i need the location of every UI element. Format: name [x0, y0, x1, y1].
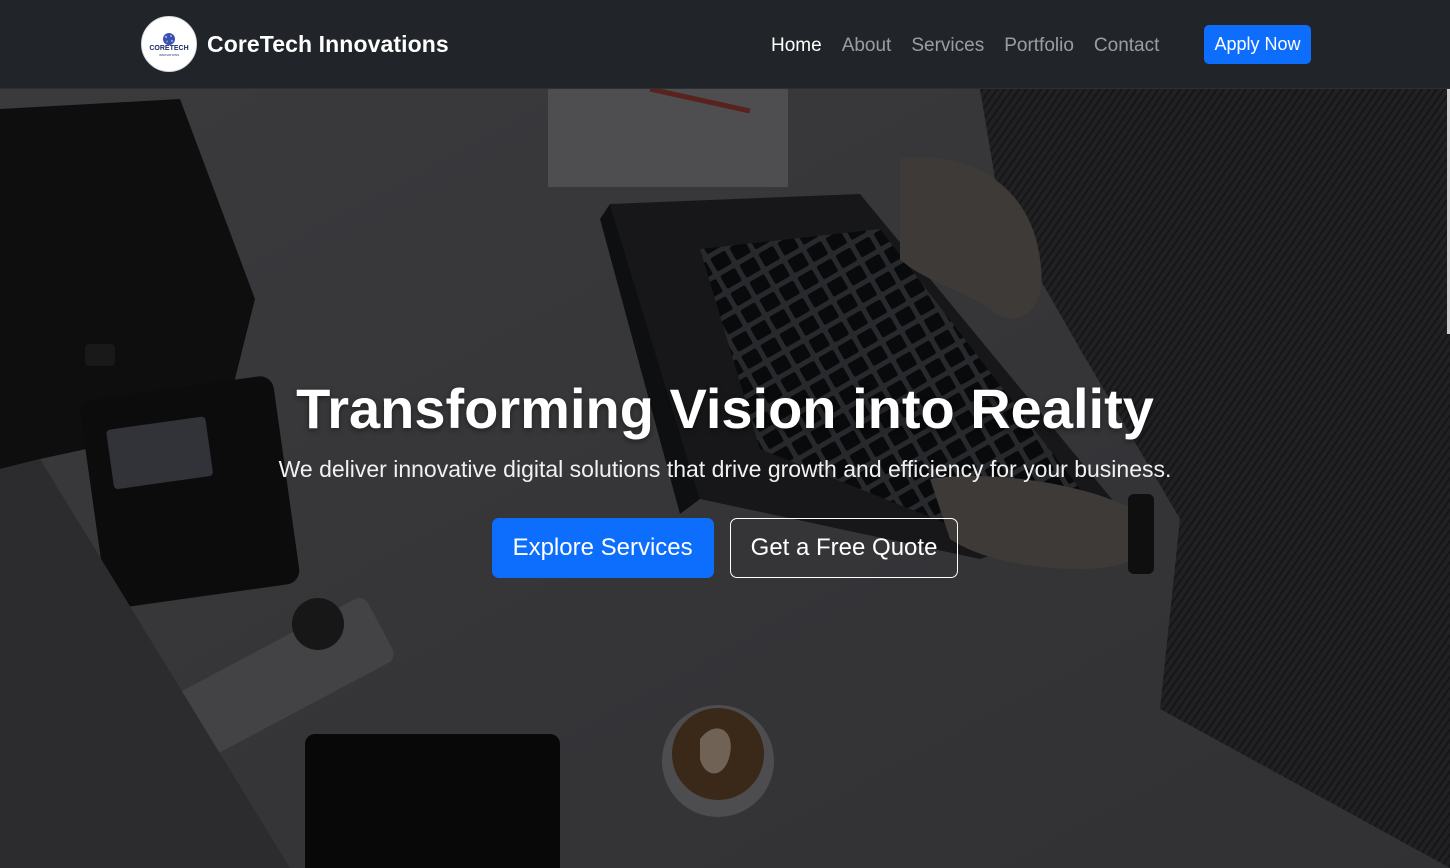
- brand-link[interactable]: CORETECH INNOVATIONS CoreTech Innovation…: [141, 16, 449, 72]
- nav-links: Home About Services Portfolio Contact: [771, 33, 1179, 59]
- navbar: CORETECH INNOVATIONS CoreTech Innovation…: [0, 0, 1450, 89]
- hero-section: Transforming Vision into Reality We deli…: [0, 89, 1450, 868]
- explore-services-button[interactable]: Explore Services: [491, 518, 714, 578]
- nav-link-about[interactable]: About: [842, 33, 892, 59]
- hero-content: Transforming Vision into Reality We deli…: [0, 371, 1450, 578]
- logo-wordmark: CORETECH: [149, 44, 189, 52]
- nav-link-portfolio[interactable]: Portfolio: [1004, 33, 1074, 59]
- nav-link-contact[interactable]: Contact: [1094, 33, 1159, 59]
- hero-subtitle: We deliver innovative digital solutions …: [278, 456, 1172, 482]
- free-quote-button[interactable]: Get a Free Quote: [729, 518, 959, 578]
- nav-link-home[interactable]: Home: [771, 33, 822, 59]
- hero-buttons: Explore Services Get a Free Quote: [0, 518, 1450, 578]
- hero-title: Transforming Vision into Reality: [296, 377, 1154, 440]
- brand-name[interactable]: CoreTech Innovations: [207, 31, 449, 58]
- coretech-logo: CORETECH INNOVATIONS: [141, 16, 197, 72]
- logo-globe-icon: [163, 32, 175, 45]
- nav-link-services[interactable]: Services: [911, 33, 984, 59]
- logo-tagline: INNOVATIONS: [158, 52, 180, 57]
- apply-now-button[interactable]: Apply Now: [1204, 25, 1311, 64]
